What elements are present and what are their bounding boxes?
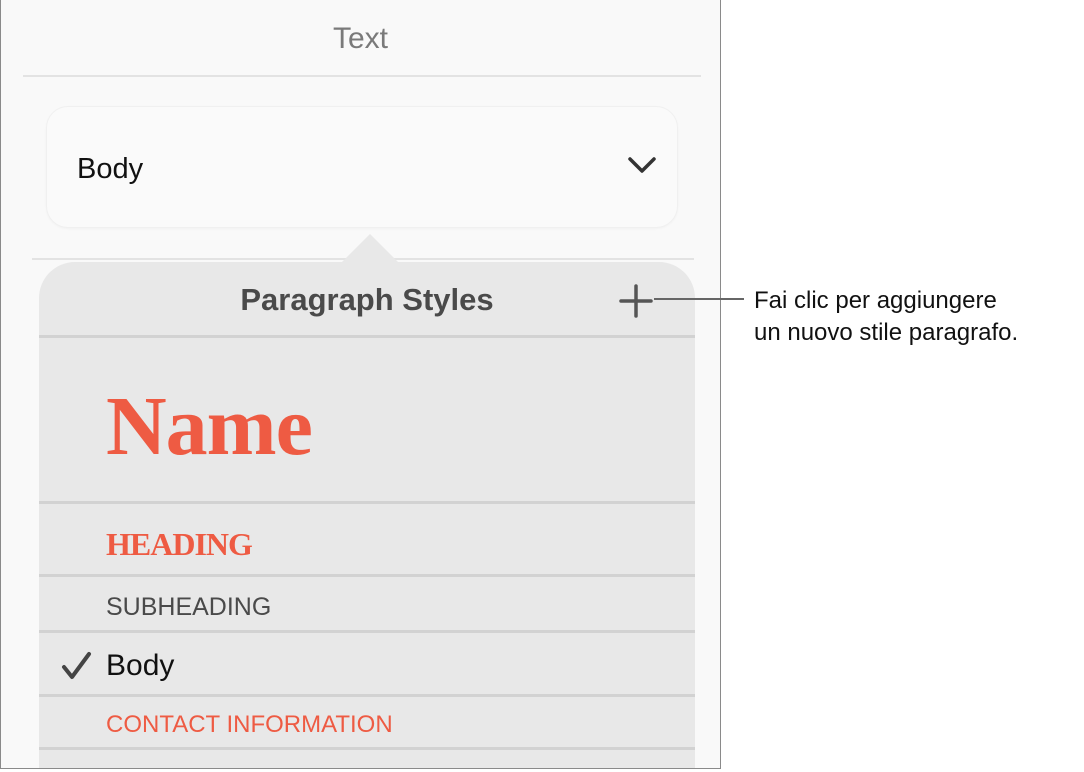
text-format-panel: Text Body Paragraph Styles Name HEADING … bbox=[0, 0, 721, 769]
style-item-body[interactable]: Body bbox=[39, 630, 695, 694]
style-label: SUBHEADING bbox=[106, 593, 272, 621]
panel-title: Text bbox=[332, 22, 389, 55]
style-item-heading[interactable]: HEADING bbox=[39, 501, 695, 574]
paragraph-style-dropdown[interactable]: Body bbox=[46, 106, 678, 228]
popover-title: Paragraph Styles bbox=[240, 282, 494, 317]
divider bbox=[23, 75, 701, 77]
style-item-name[interactable]: Name bbox=[39, 335, 695, 502]
callout-line-2: un nuovo stile paragrafo. bbox=[754, 319, 1019, 346]
style-item-next[interactable] bbox=[39, 747, 695, 768]
style-item-contact-information[interactable]: CONTACT INFORMATION bbox=[39, 694, 695, 747]
style-label: Name bbox=[106, 380, 313, 473]
style-label: Body bbox=[106, 649, 175, 682]
checkmark-icon bbox=[62, 652, 91, 679]
popover-arrow bbox=[340, 234, 400, 264]
add-style-plus-icon[interactable] bbox=[619, 284, 653, 318]
callout-text: Fai clic per aggiungere un nuovo stile p… bbox=[754, 285, 1018, 349]
chevron-down-icon bbox=[628, 157, 656, 173]
style-label: HEADING bbox=[106, 526, 253, 562]
style-label: CONTACT INFORMATION bbox=[106, 711, 393, 738]
paragraph-styles-popover: Paragraph Styles Name HEADING SUBHEADING… bbox=[39, 262, 695, 768]
callout-line-1: Fai clic per aggiungere bbox=[754, 287, 997, 314]
callout-leader-line bbox=[654, 298, 744, 300]
selected-style-label: Body bbox=[77, 153, 144, 185]
style-item-subheading[interactable]: SUBHEADING bbox=[39, 574, 695, 630]
